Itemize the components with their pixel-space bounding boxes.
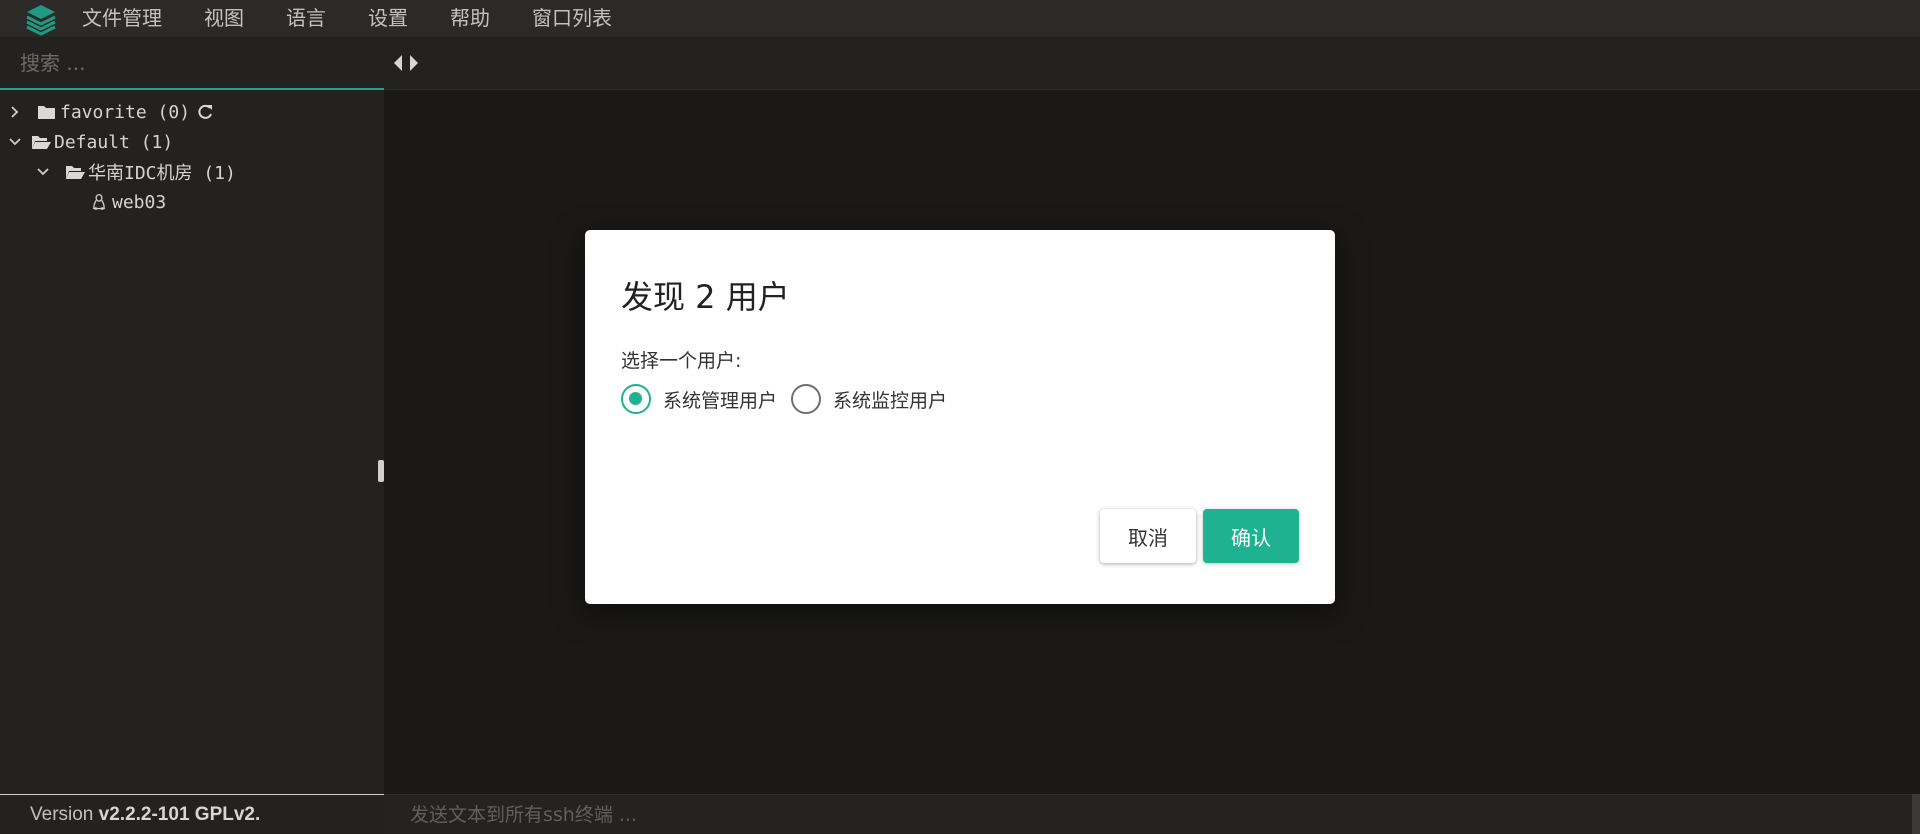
dialog-subtitle: 选择一个用户: [621, 350, 742, 372]
radio-button-unchecked[interactable] [791, 384, 822, 414]
select-user-dialog: 发现 2 用户 选择一个用户: 系统管理用户 系统监控用户 取消 确认 [585, 230, 1335, 604]
user-radio-group: 系统管理用户 系统监控用户 [621, 384, 961, 414]
modal-overlay: 发现 2 用户 选择一个用户: 系统管理用户 系统监控用户 取消 确认 [0, 0, 1920, 834]
radio-label: 系统监控用户 [833, 389, 948, 412]
app-window: 文件管理 视图 语言 设置 帮助 窗口列表 favorite (0) [0, 0, 1920, 834]
confirm-button[interactable]: 确认 [1203, 509, 1299, 563]
cancel-button[interactable]: 取消 [1100, 509, 1196, 563]
dialog-title: 发现 2 用户 [621, 278, 790, 316]
radio-label: 系统管理用户 [663, 389, 778, 412]
radio-option-monitor[interactable]: 系统监控用户 [791, 384, 947, 414]
radio-option-admin[interactable]: 系统管理用户 [621, 384, 777, 414]
radio-button-checked[interactable] [621, 384, 651, 414]
